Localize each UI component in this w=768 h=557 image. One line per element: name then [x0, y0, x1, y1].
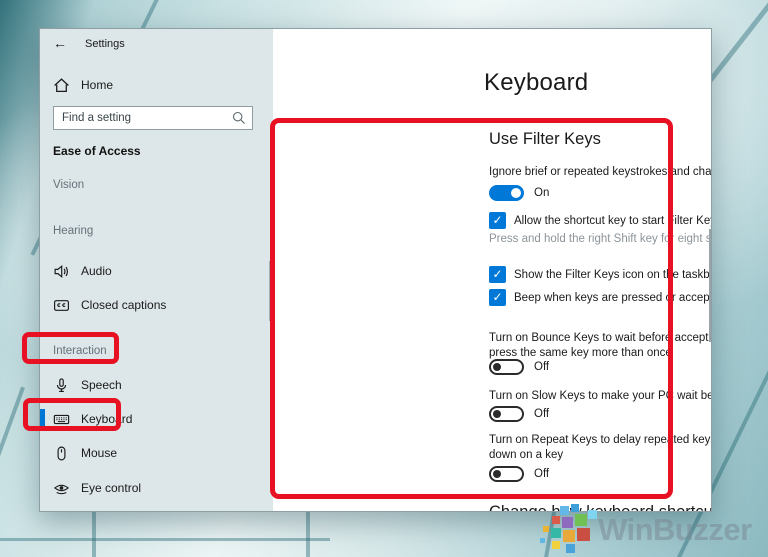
- sidebar-item-label: Eye control: [81, 481, 142, 495]
- sidebar-item-label: Mouse: [81, 446, 118, 460]
- speaker-icon: [54, 264, 68, 278]
- annotation-box-filter-keys: [270, 118, 673, 499]
- sidebar-item-home[interactable]: Home: [53, 73, 113, 97]
- search-input[interactable]: [54, 112, 231, 124]
- home-icon: [54, 77, 69, 92]
- sidebar-item-label: Audio: [81, 264, 112, 278]
- annotation-box-interaction: [22, 332, 119, 364]
- sidebar-item-audio[interactable]: Audio: [53, 259, 112, 283]
- background-line: [92, 505, 96, 557]
- search-icon[interactable]: [231, 110, 247, 126]
- sidebar-item-label: Home: [81, 78, 114, 92]
- sidebar: ← Settings Home Ease of Access Vision He…: [40, 29, 273, 511]
- desktop-background: ← Settings Home Ease of Access Vision He…: [0, 0, 768, 557]
- window-title: Settings: [85, 38, 125, 50]
- sidebar-item-label: Speech: [81, 378, 122, 392]
- eye-icon: [53, 484, 70, 494]
- sidebar-group-hearing: Hearing: [53, 225, 94, 237]
- sidebar-item-speech[interactable]: Speech: [53, 373, 122, 397]
- mouse-icon: [57, 446, 66, 460]
- content-scrollbar[interactable]: [709, 229, 711, 342]
- search-box[interactable]: [53, 106, 253, 130]
- sidebar-group-vision: Vision: [53, 179, 85, 191]
- microphone-icon: [56, 377, 67, 392]
- sidebar-item-eye-control[interactable]: Eye control: [53, 476, 141, 500]
- sidebar-section-title: Ease of Access: [53, 144, 141, 158]
- sidebar-item-mouse[interactable]: Mouse: [53, 441, 117, 465]
- background-line: [306, 508, 310, 557]
- winbuzzer-watermark: WinBuzzer: [538, 504, 768, 557]
- back-button[interactable]: ←: [53, 35, 67, 51]
- sidebar-item-label: Closed captions: [81, 298, 167, 312]
- winbuzzer-text: WinBuzzer: [598, 512, 752, 547]
- sidebar-item-closed-captions[interactable]: Closed captions: [53, 293, 166, 317]
- closed-captions-icon: [54, 299, 69, 311]
- background-line: [0, 538, 330, 541]
- annotation-box-keyboard: [23, 398, 121, 431]
- page-title: Keyboard: [484, 69, 589, 96]
- background-line: [0, 386, 25, 557]
